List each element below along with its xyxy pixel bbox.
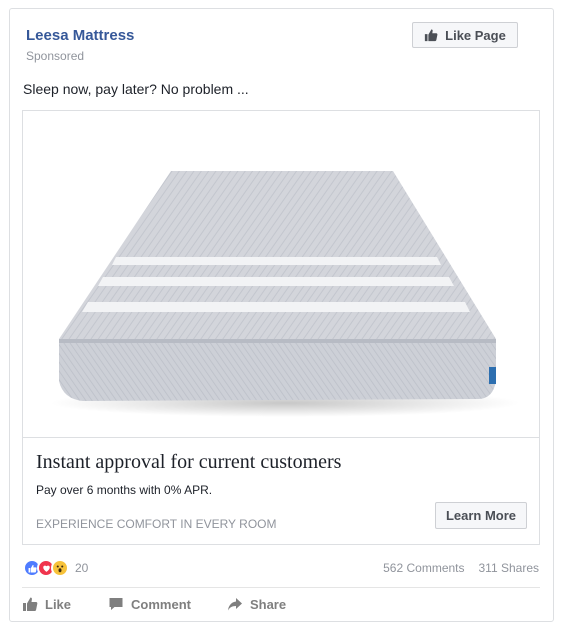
share-label: Share [249, 596, 287, 612]
like-page-label: Like Page [445, 27, 506, 43]
post-text: Sleep now, pay later? No problem ... [23, 81, 249, 97]
like-page-button[interactable]: Like Page [412, 22, 518, 48]
page-name-link[interactable]: Leesa Mattress [26, 27, 134, 44]
link-attachment[interactable]: Instant approval for current customers P… [22, 110, 540, 545]
comment-label: Comment [131, 596, 191, 612]
learn-more-button[interactable]: Learn More [435, 502, 527, 529]
like-button[interactable]: Like [22, 596, 71, 612]
share-arrow-icon [227, 598, 242, 611]
attachment-description: Pay over 6 months with 0% APR. [36, 483, 213, 497]
reactions-summary[interactable]: 20 [23, 559, 88, 577]
comments-count[interactable]: 562 Comments [383, 561, 464, 575]
reaction-count[interactable]: 20 [75, 561, 88, 575]
sponsored-label[interactable]: Sponsored [26, 49, 84, 63]
shares-count[interactable]: 311 Shares [479, 561, 540, 575]
engagement-stats: 562 Comments 311 Shares [383, 561, 539, 575]
brand-tag [489, 367, 496, 384]
post-actions-bar: Like Comment Share [22, 593, 540, 615]
like-label: Like [45, 596, 72, 612]
comment-button[interactable]: Comment [108, 596, 191, 612]
mattress-product-image[interactable] [23, 111, 539, 438]
thumbs-up-icon [425, 29, 438, 42]
actions-divider [22, 587, 540, 588]
attachment-headline[interactable]: Instant approval for current customers [36, 451, 341, 474]
attachment-caption: EXPERIENCE COMFORT IN EVERY ROOM [36, 517, 277, 531]
sponsored-post-card: Leesa Mattress Sponsored Like Page Sleep… [9, 8, 554, 622]
share-button[interactable]: Share [227, 596, 286, 612]
thumbs-up-icon [23, 597, 38, 611]
comment-icon [109, 598, 123, 610]
wow-reaction-icon [51, 559, 69, 577]
